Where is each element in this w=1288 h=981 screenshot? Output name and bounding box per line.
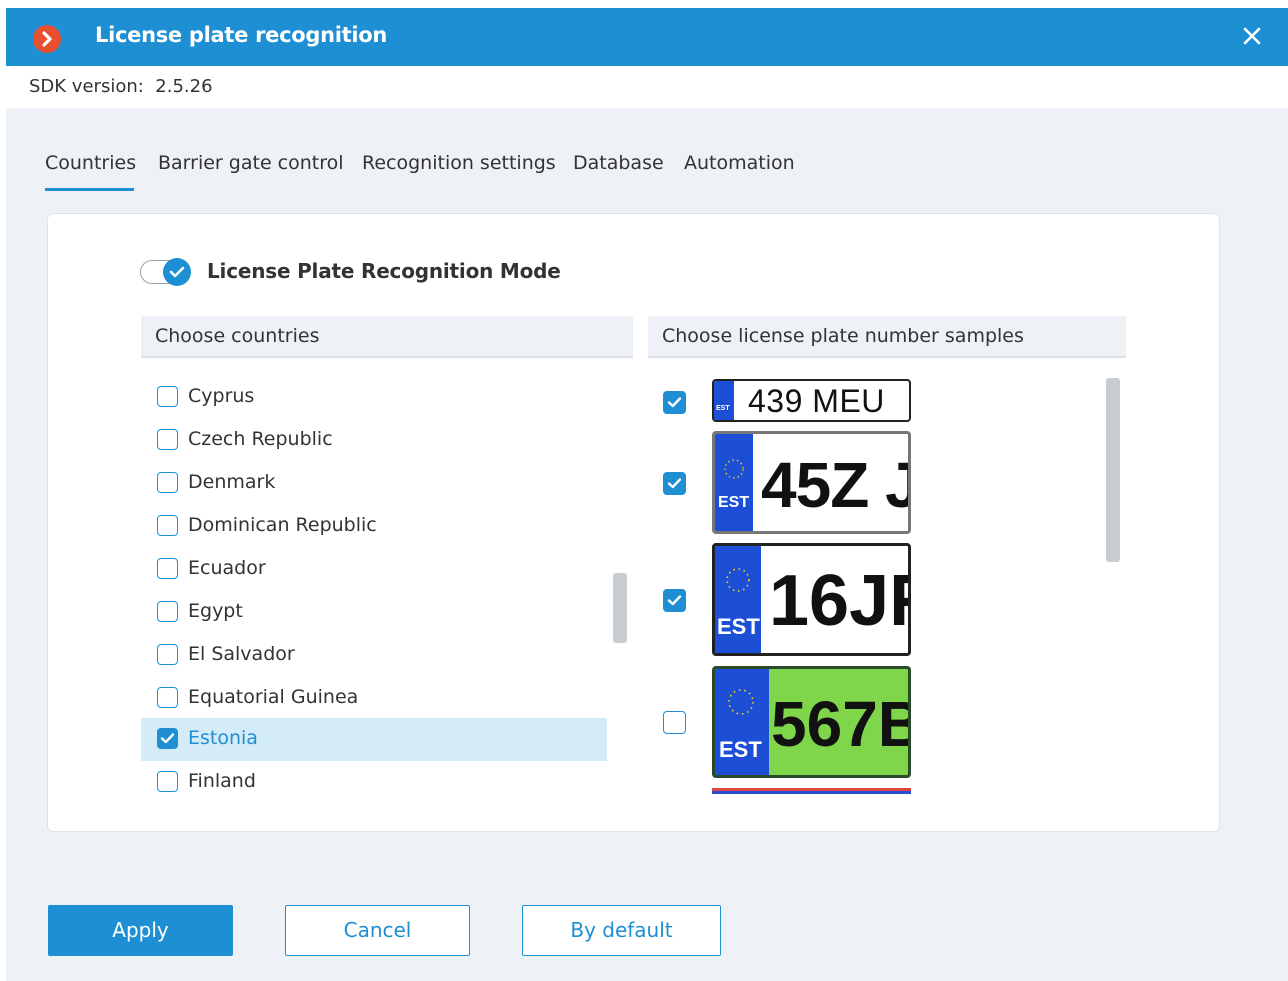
country-item-denmark[interactable]: Denmark [141, 462, 607, 505]
eu-stars-icon [726, 568, 750, 592]
eu-stars-icon [728, 689, 754, 715]
country-label: Equatorial Guinea [188, 686, 359, 708]
sample-checkbox-3[interactable] [663, 589, 686, 612]
plate-country-code: EST [719, 737, 762, 762]
check-icon [667, 397, 682, 408]
active-tab-indicator [45, 188, 134, 191]
country-label: Denmark [188, 471, 276, 493]
country-label: Dominican Republic [188, 514, 377, 536]
plate-country-code: EST [717, 614, 760, 639]
tab-barrier-gate-control[interactable]: Barrier gate control [158, 152, 344, 174]
plate-sample-4: EST 567B [712, 666, 911, 778]
checkbox[interactable] [157, 515, 178, 536]
country-item-el-salvador[interactable]: El Salvador [141, 634, 607, 677]
country-item-cyprus[interactable]: Cyprus [141, 376, 607, 419]
plate-country-code: EST [716, 405, 730, 412]
plate-number: 16JR [769, 561, 908, 641]
checkbox-checked[interactable] [157, 728, 178, 749]
country-label: El Salvador [188, 643, 295, 665]
checkbox[interactable] [157, 687, 178, 708]
checkbox[interactable] [157, 472, 178, 493]
app-logo-icon [33, 25, 61, 53]
country-item-equatorial-guinea[interactable]: Equatorial Guinea [141, 677, 607, 720]
countries-scrollbar[interactable] [613, 573, 627, 643]
checkbox[interactable] [157, 644, 178, 665]
close-button[interactable] [1236, 20, 1268, 52]
country-item-dominican-republic[interactable]: Dominican Republic [141, 505, 607, 548]
checkbox[interactable] [157, 386, 178, 407]
checkbox[interactable] [157, 771, 178, 792]
country-item-estonia[interactable]: Estonia [141, 718, 607, 761]
country-item-finland[interactable]: Finland [141, 761, 607, 804]
check-icon [160, 733, 175, 744]
toggle-knob [163, 258, 191, 286]
plate-sample-3: EST 16JR [712, 543, 911, 656]
plate-number: 439 MEU [748, 383, 885, 419]
plate-sample-1: EST 439 MEU [712, 379, 911, 422]
tab-recognition-settings[interactable]: Recognition settings [362, 152, 556, 174]
check-icon [667, 478, 682, 489]
country-label: Ecuador [188, 557, 266, 579]
recognition-mode-toggle[interactable] [140, 258, 192, 286]
country-label: Egypt [188, 600, 243, 622]
sample-checkbox-4[interactable] [663, 711, 686, 734]
plate-country-code: EST [718, 494, 750, 511]
country-item-czech-republic[interactable]: Czech Republic [141, 419, 607, 462]
sdk-version: SDK version: 2.5.26 [29, 76, 213, 97]
checkbox[interactable] [157, 558, 178, 579]
sdk-bar: SDK version: 2.5.26 [6, 66, 1288, 108]
country-item-egypt[interactable]: Egypt [141, 591, 607, 634]
tab-automation[interactable]: Automation [684, 152, 795, 174]
tab-database[interactable]: Database [573, 152, 664, 174]
title-bar: License plate recognition [6, 8, 1288, 66]
sdk-value: 2.5.26 [155, 76, 213, 97]
country-list: Cyprus Czech Republic Denmark Dominican … [141, 376, 611, 796]
country-label: Finland [188, 770, 256, 792]
plate-number: 45Z JI [761, 449, 908, 521]
plate-number: 567B [771, 688, 911, 760]
check-icon [169, 266, 185, 278]
plate-sample-2: EST 45Z JI [712, 431, 911, 534]
sample-checkbox-1[interactable] [663, 391, 686, 414]
country-item-ecuador[interactable]: Ecuador [141, 548, 607, 591]
recognition-mode-label: License Plate Recognition Mode [207, 259, 561, 283]
checkbox[interactable] [157, 601, 178, 622]
sdk-label: SDK version: [29, 76, 144, 97]
close-icon [1243, 27, 1261, 45]
check-icon [667, 595, 682, 606]
sample-checkbox-2[interactable] [663, 472, 686, 495]
samples-header: Choose license plate number samples [648, 316, 1126, 358]
tab-countries[interactable]: Countries [45, 152, 136, 174]
apply-button[interactable]: Apply [48, 905, 233, 956]
by-default-button[interactable]: By default [522, 905, 721, 956]
country-label: Estonia [188, 727, 258, 749]
countries-header: Choose countries [141, 316, 633, 358]
eu-band [715, 434, 753, 531]
checkbox[interactable] [157, 429, 178, 450]
eu-stars-icon [724, 459, 744, 479]
country-label: Czech Republic [188, 428, 333, 450]
samples-scrollbar[interactable] [1106, 378, 1120, 562]
cancel-button[interactable]: Cancel [285, 905, 470, 956]
country-label: Cyprus [188, 385, 255, 407]
window-title: License plate recognition [95, 23, 388, 47]
plate-sample-5-partial [712, 788, 911, 794]
eu-band [714, 381, 734, 420]
